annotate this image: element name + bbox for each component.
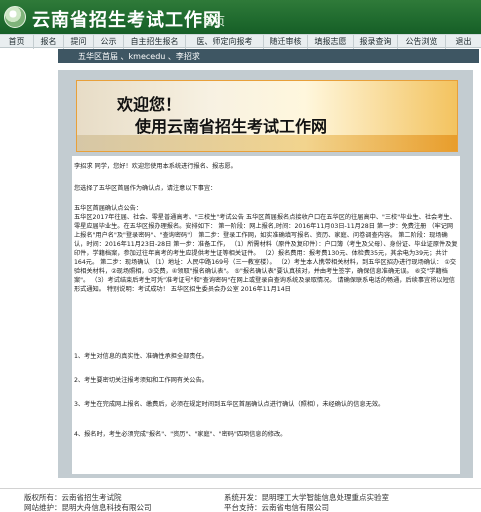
item-2: 2、考生要密切关注报考须知和工作网有关公告。: [74, 377, 208, 384]
welcome-title: 欢迎您！: [117, 95, 182, 114]
welcome-subtitle: 使用云南省招生考试工作网: [135, 117, 328, 136]
subheader: 五华区首届 、kmecedu 、李招求: [0, 49, 481, 63]
item-3: 3、考生在完成网上报名、缴费后，必须在规定时间到五华区首届确认点进行确认（照相）…: [74, 401, 385, 408]
breadcrumb-bar: 五华区首届 、kmecedu 、李招求: [58, 49, 479, 63]
main-nav: 首页 报名 提问 公示 自主招生报名 医、师定向报考 随迁审核 填报志愿 报录查…: [0, 34, 481, 49]
welcome-banner: 欢迎您！ 使用云南省招生考试工作网: [76, 80, 458, 152]
nav-item-register[interactable]: 报名: [34, 35, 64, 49]
site-title: 云南省招生考试工作网: [32, 10, 222, 31]
footer-developer-label: 系统开发：: [224, 493, 262, 502]
footer-developer-value: 昆明理工大学智能信息处理重点实验室: [261, 493, 390, 502]
nav-item-medical-oriented[interactable]: 医、师定向报考: [186, 35, 264, 49]
footer-platform-value: 云南省电信有限公司: [261, 503, 330, 512]
nav-item-ask[interactable]: 提问: [64, 35, 94, 49]
nav-item-home[interactable]: 首页: [0, 35, 34, 49]
welcome-banner-band: [77, 135, 457, 151]
footer-copyright-value: 云南省招生考试院: [61, 493, 122, 502]
nav-item-public[interactable]: 公示: [94, 35, 124, 49]
nav-item-fill-preference[interactable]: 填报志愿: [308, 35, 354, 49]
footer-copyright-label: 版权所有：: [24, 493, 62, 502]
footer-maintain-value: 昆明大舟信息科技有限公司: [61, 503, 152, 512]
notice-title: 五华区首届确认点公告：: [74, 205, 143, 212]
selected-point-text: 您选择了五华区首届作为确认点，请注意以下事宜：: [74, 185, 217, 192]
greeting-text: 李招求 同学，您好！欢迎您使用本系统进行报名、报志愿。: [74, 163, 237, 170]
footer-maintain-label: 网站维护：: [24, 503, 62, 512]
breadcrumb: 五华区首届 、kmecedu 、李招求: [78, 52, 200, 61]
site-footer: 版权所有：云南省招生考试院 网站维护：昆明大舟信息科技有限公司 系统开发：昆明理…: [0, 488, 481, 512]
footer-platform: 平台支持：云南省电信有限公司: [224, 502, 329, 512]
nav-item-admission-query[interactable]: 报录查询: [354, 35, 398, 49]
nav-item-announcements[interactable]: 公告浏览: [398, 35, 446, 49]
item-4: 4、报名时，考生必须完成"报名"、"资历"、"家庭"、"密码"四项信息的修改。: [74, 431, 287, 438]
notice-body: 五华区2017年往届、社会、零星普通高考、"三校生"考试公告 五华区首届报名点接…: [74, 214, 458, 293]
site-logo-icon: [4, 6, 26, 28]
home-tag[interactable]: 首页: [203, 13, 225, 29]
item-1: 1、考生对信息的真实性、准确性承担全部责任。: [74, 353, 208, 360]
nav-item-logout[interactable]: 退出: [446, 35, 481, 49]
site-header: 云南省招生考试工作网 首页: [0, 0, 481, 34]
footer-maintain: 网站维护：昆明大舟信息科技有限公司: [24, 502, 152, 512]
nav-item-transfer-review[interactable]: 随迁审核: [264, 35, 308, 49]
nav-item-self-enroll[interactable]: 自主招生报名: [124, 35, 186, 49]
footer-platform-label: 平台支持：: [224, 503, 262, 512]
